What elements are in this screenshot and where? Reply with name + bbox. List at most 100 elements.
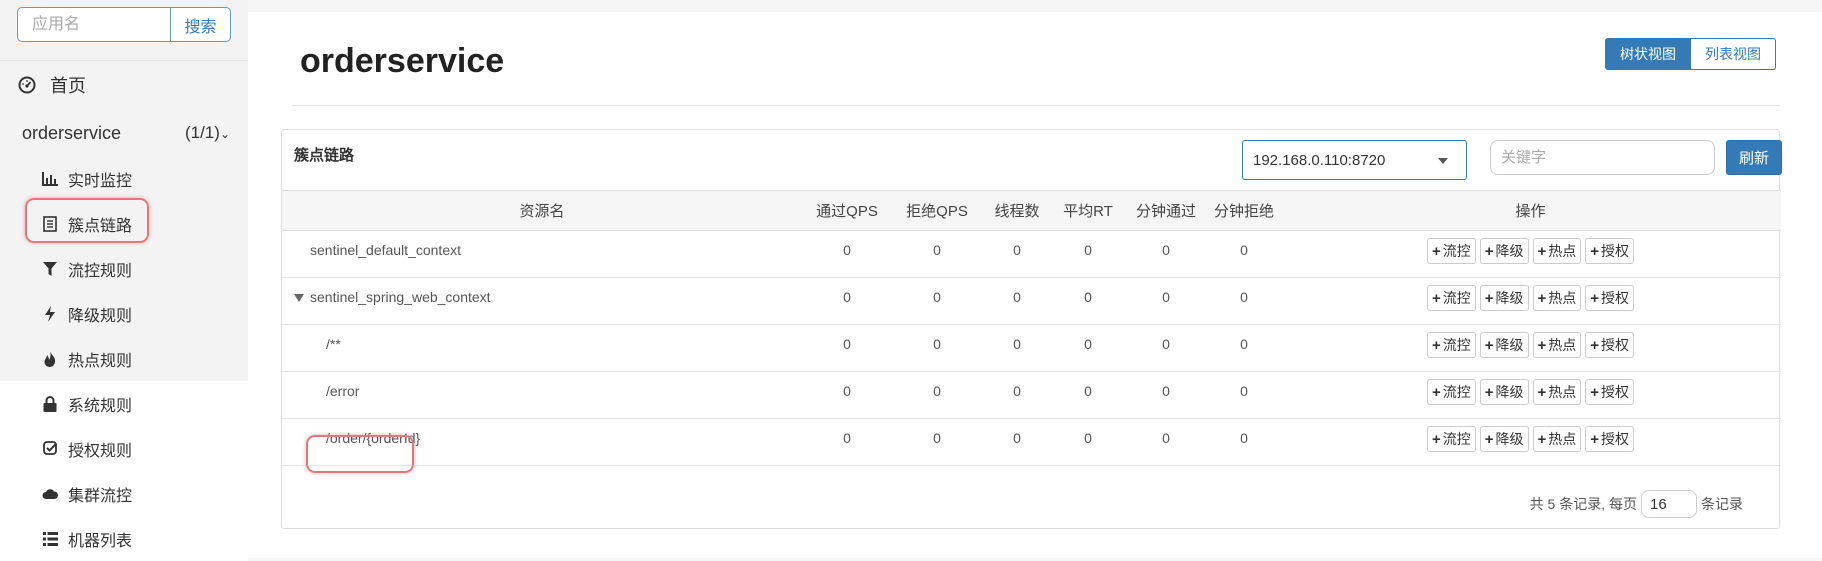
app-search-input[interactable] [17, 7, 171, 42]
cell-value: 0 [1208, 371, 1280, 419]
sidebar-item-realtime[interactable]: 实时监控 [0, 156, 248, 201]
resource-name: /** [282, 324, 802, 372]
op-label: 降级 [1495, 337, 1524, 353]
plus-icon: + [1431, 289, 1441, 307]
degrade-button[interactable]: + 降级 [1479, 332, 1529, 358]
hotspot-button[interactable]: + 热点 [1532, 285, 1582, 311]
degrade-button[interactable]: + 降级 [1479, 285, 1529, 311]
op-label: 热点 [1548, 431, 1577, 447]
op-label: 授权 [1601, 431, 1630, 447]
col-header-resource[interactable]: 资源名 [282, 190, 802, 231]
auth-button[interactable]: + 授权 [1585, 379, 1635, 405]
keyword-input[interactable] [1490, 140, 1715, 175]
table-header-row: 资源名 通过QPS 拒绝QPS 线程数 平均RT 分钟通过 分钟拒绝 操作 [282, 190, 1781, 231]
sidebar-item-hotspot-rules[interactable]: 热点规则 [0, 336, 248, 381]
hotspot-button[interactable]: + 热点 [1532, 379, 1582, 405]
col-header-minute-pass[interactable]: 分钟通过 [1124, 190, 1208, 231]
resource-name: sentinel_default_context [282, 230, 802, 278]
col-header-avg-rt[interactable]: 平均RT [1052, 190, 1124, 231]
ops-cell: + 流控 + 降级 + 热点 + 授权 [1280, 418, 1781, 466]
bolt-icon [42, 305, 58, 322]
auth-button[interactable]: + 授权 [1585, 332, 1635, 358]
plus-icon: + [1590, 430, 1600, 448]
sidebar-item-flow-rules[interactable]: 流控规则 [0, 246, 248, 291]
flow-button[interactable]: + 流控 [1426, 285, 1476, 311]
list-icon [42, 215, 58, 232]
machine-select[interactable]: 192.168.0.110:8720 [1242, 140, 1467, 180]
app-search: 搜索 [17, 7, 231, 42]
cell-value: 0 [1052, 277, 1124, 325]
cell-value: 0 [982, 324, 1052, 372]
sidebar-item-auth-rules[interactable]: 授权规则 [0, 426, 248, 471]
degrade-button[interactable]: + 降级 [1479, 379, 1529, 405]
lock-icon [42, 395, 58, 412]
app-count-text: (1/1) [184, 123, 220, 142]
sidebar-item-cluster-link[interactable]: 簇点链路 [0, 201, 248, 246]
cell-value: 0 [1124, 230, 1208, 278]
op-label: 授权 [1601, 290, 1630, 306]
page-title: orderservice [300, 42, 505, 80]
col-header-minute-block[interactable]: 分钟拒绝 [1208, 190, 1280, 231]
sidebar-item-cluster-flow[interactable]: 集群流控 [0, 471, 248, 516]
app-group-header[interactable]: orderservice (1/1)⌄ [0, 112, 248, 154]
table-row: sentinel_default_context 0 0 0 0 0 0 + 流控… [282, 230, 1781, 278]
hotspot-button[interactable]: + 热点 [1532, 238, 1582, 264]
flow-button[interactable]: + 流控 [1426, 332, 1476, 358]
view-toggle: 树状视图 列表视图 [1605, 38, 1776, 70]
plus-icon: + [1484, 242, 1494, 260]
hotspot-button[interactable]: + 热点 [1532, 332, 1582, 358]
pager-prefix: 共 5 条记录, 每页 [1529, 496, 1637, 512]
cell-value: 0 [892, 324, 982, 372]
page-size-input[interactable] [1641, 490, 1697, 518]
nav-home[interactable]: 首页 [0, 60, 248, 108]
collapse-caret-icon[interactable] [294, 294, 304, 303]
op-label: 热点 [1548, 384, 1577, 400]
degrade-button[interactable]: + 降级 [1479, 426, 1529, 452]
cloud-icon [42, 486, 58, 502]
cell-value: 0 [1208, 418, 1280, 466]
search-button[interactable]: 搜索 [171, 7, 231, 42]
resource-name: sentinel_spring_web_context [310, 289, 491, 305]
plus-icon: + [1537, 242, 1547, 260]
auth-button[interactable]: + 授权 [1585, 238, 1635, 264]
sidebar-item-label: 簇点链路 [68, 217, 133, 235]
op-label: 降级 [1495, 384, 1524, 400]
resource-table: 资源名 通过QPS 拒绝QPS 线程数 平均RT 分钟通过 分钟拒绝 操作 se… [282, 190, 1781, 466]
sidebar-item-machines[interactable]: 机器列表 [0, 516, 248, 561]
op-label: 降级 [1495, 243, 1524, 259]
plus-icon: + [1431, 430, 1441, 448]
op-label: 授权 [1601, 337, 1630, 353]
sidebar-item-system-rules[interactable]: 系统规则 [0, 381, 248, 426]
hotspot-button[interactable]: + 热点 [1532, 426, 1582, 452]
col-header-pass-qps[interactable]: 通过QPS [802, 190, 892, 231]
ops-cell: + 流控 + 降级 + 热点 + 授权 [1280, 277, 1781, 325]
ops-cell: + 流控 + 降级 + 热点 + 授权 [1280, 371, 1781, 419]
resource-name: /error [282, 371, 802, 419]
sidebar-item-label: 机器列表 [68, 532, 133, 550]
plus-icon: + [1484, 430, 1494, 448]
auth-button[interactable]: + 授权 [1585, 285, 1635, 311]
divider [292, 105, 1780, 106]
cell-value: 0 [982, 277, 1052, 325]
flow-button[interactable]: + 流控 [1426, 426, 1476, 452]
cell-value: 0 [802, 371, 892, 419]
cell-value: 0 [802, 230, 892, 278]
op-label: 授权 [1601, 243, 1630, 259]
refresh-button[interactable]: 刷新 [1726, 140, 1782, 175]
list-view-button[interactable]: 列表视图 [1691, 38, 1776, 70]
flow-button[interactable]: + 流控 [1426, 379, 1476, 405]
col-header-threads[interactable]: 线程数 [982, 190, 1052, 231]
ops-cell: + 流控 + 降级 + 热点 + 授权 [1280, 230, 1781, 278]
flow-button[interactable]: + 流控 [1426, 238, 1476, 264]
auth-button[interactable]: + 授权 [1585, 426, 1635, 452]
resource-name: /order/{orderId} [282, 418, 802, 466]
tree-view-button[interactable]: 树状视图 [1605, 38, 1691, 70]
sidebar-item-label: 授权规则 [68, 442, 133, 460]
main-content: orderservice 树状视图 列表视图 簇点链路 192.168.0.11… [248, 12, 1822, 558]
filter-icon [42, 261, 58, 277]
plus-icon: + [1590, 383, 1600, 401]
col-header-block-qps[interactable]: 拒绝QPS [892, 190, 982, 231]
sidebar: 搜索 首页 orderservice (1/1)⌄ 实时监控 簇点链路 流控规则… [0, 0, 248, 561]
degrade-button[interactable]: + 降级 [1479, 238, 1529, 264]
sidebar-item-degrade-rules[interactable]: 降级规则 [0, 291, 248, 336]
